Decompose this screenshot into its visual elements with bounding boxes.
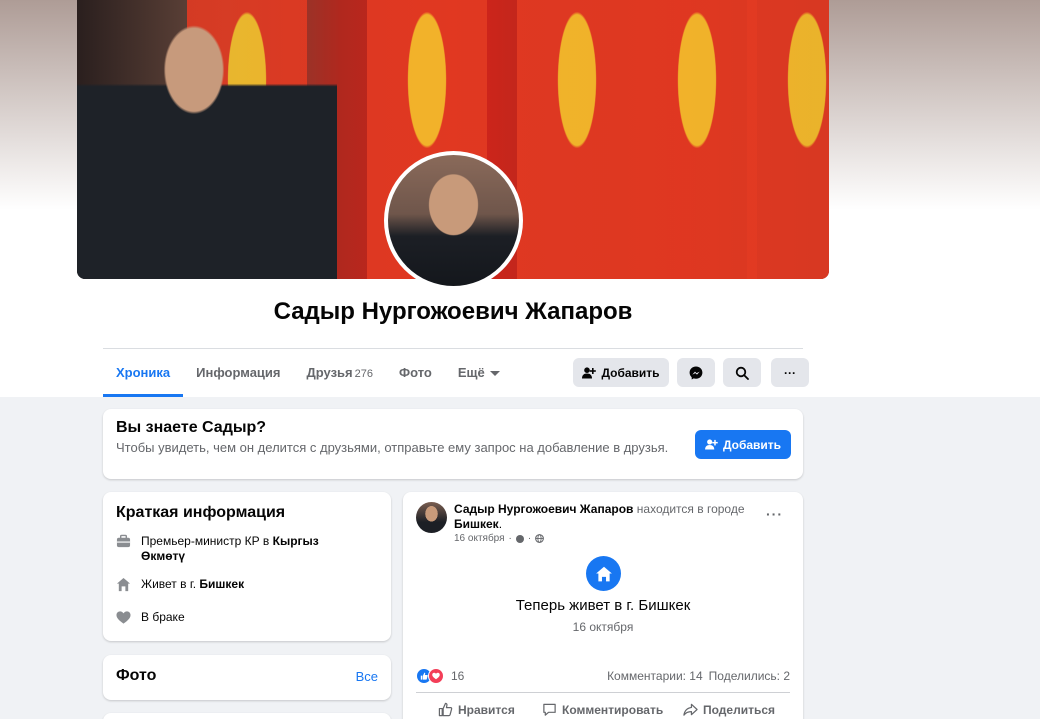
search-icon	[735, 366, 749, 380]
search-button[interactable]	[723, 358, 761, 387]
add-friend-icon	[705, 439, 718, 450]
life-event-title: Теперь живет в г. Бишкек	[515, 597, 691, 614]
like-label: Нравится	[458, 702, 515, 717]
intro-title: Краткая информация	[116, 504, 286, 521]
share-label: Поделиться	[703, 702, 776, 717]
divider	[416, 692, 790, 693]
lives-prefix: Живет в г.	[141, 577, 200, 591]
profile-actions: Добавить ···	[573, 358, 809, 387]
tab-label: Друзья	[306, 365, 353, 380]
caret-down-icon	[489, 371, 500, 377]
profile-name: Садыр Нургожоевич Жапаров	[273, 298, 633, 325]
intro-work-row: Премьер-министр КР в Кыргыз Өкмөтү	[116, 534, 351, 564]
intro-lives-text: Живет в г. Бишкек	[141, 577, 244, 592]
reactions-summary[interactable]: 16	[416, 668, 464, 684]
tab-timeline[interactable]: Хроника	[103, 349, 184, 397]
flag-image	[637, 0, 757, 279]
intro-work-text: Премьер-министр КР в Кыргыз Өкмөтү	[141, 534, 351, 564]
add-friend-primary-button[interactable]: Добавить	[695, 430, 791, 459]
reactions-count: 16	[451, 669, 465, 683]
profile-tabs: Хроника Информация Друзья 276 Фото Ещё	[103, 349, 513, 397]
add-friend-label: Добавить	[601, 365, 660, 380]
see-all-photos-link[interactable]: Все	[356, 669, 378, 684]
avatar	[388, 155, 519, 286]
relationship-text: В браке	[141, 610, 185, 624]
photos-card: Фото Все	[103, 655, 391, 700]
love-reaction-icon	[428, 668, 444, 684]
life-event-home-icon	[586, 556, 621, 591]
life-event-date: 16 октября	[572, 620, 634, 634]
post-status-text: находится в городе	[633, 502, 745, 516]
add-friend-button[interactable]: Добавить	[573, 358, 669, 387]
tab-label: Хроника	[116, 365, 171, 380]
tab-friends[interactable]: Друзья 276	[294, 349, 387, 397]
post-date-link[interactable]: 16 октября	[454, 533, 505, 544]
post-card: Садыр Нургожоевич Жапаров находится в го…	[403, 492, 803, 719]
comment-label: Комментировать	[562, 702, 664, 717]
cover-person-image	[77, 0, 337, 279]
comment-icon	[543, 703, 556, 716]
post-author-avatar[interactable]	[416, 502, 447, 533]
messenger-icon	[689, 366, 703, 379]
post-city-link[interactable]: Бишкек	[454, 517, 499, 531]
comment-button[interactable]: Комментировать	[542, 702, 663, 717]
intro-card: Краткая информация Премьер-министр КР в …	[103, 492, 391, 641]
heart-icon	[116, 611, 131, 624]
tab-about[interactable]: Информация	[183, 349, 293, 397]
share-button[interactable]: Поделиться	[683, 702, 775, 717]
post-header: Садыр Нургожоевич Жапаров находится в го…	[454, 502, 764, 532]
friends-count: 276	[354, 368, 373, 380]
tab-photos[interactable]: Фото	[386, 349, 445, 397]
more-dots-icon: ···	[784, 365, 796, 380]
lives-city-link[interactable]: Бишкек	[199, 577, 244, 591]
thumbs-up-icon	[438, 702, 453, 717]
profile-picture[interactable]	[384, 151, 523, 290]
comments-count-link[interactable]: Комментарии: 14	[607, 669, 703, 683]
home-icon	[116, 577, 131, 592]
like-button[interactable]: Нравится	[438, 702, 515, 717]
home-icon	[595, 566, 612, 581]
tab-label: Ещё	[457, 365, 485, 380]
share-icon	[683, 703, 698, 716]
messenger-button[interactable]	[677, 358, 715, 387]
intro-relationship-row: В браке	[116, 610, 185, 625]
post-author-link[interactable]: Садыр Нургожоевич Жапаров	[454, 502, 633, 516]
flag-image	[747, 0, 829, 279]
clock-icon	[515, 534, 524, 543]
more-options-button[interactable]: ···	[771, 358, 809, 387]
next-card	[103, 713, 391, 719]
card-description: Чтобы увидеть, чем он делится с друзьями…	[116, 440, 669, 455]
do-you-know-card: Вы знаете Садыр? Чтобы увидеть, чем он д…	[103, 409, 803, 479]
post-meta: 16 октября · ·	[454, 533, 545, 544]
globe-icon	[535, 534, 545, 543]
work-prefix: Премьер-министр КР в	[141, 534, 273, 548]
flag-image	[517, 0, 637, 279]
card-title: Вы знаете Садыр?	[116, 419, 267, 436]
shares-count-link[interactable]: Поделились: 2	[709, 669, 790, 683]
separator-dot: ·	[527, 533, 532, 544]
button-label: Добавить	[722, 437, 782, 452]
period: .	[498, 517, 503, 531]
photos-title: Фото	[116, 667, 157, 684]
tab-more[interactable]: Ещё	[445, 349, 513, 397]
tab-label: Информация	[196, 365, 281, 380]
post-more-options-button[interactable]: ···	[766, 506, 783, 522]
separator-dot: ·	[508, 533, 512, 544]
add-friend-icon	[582, 366, 597, 378]
intro-lives-row: Живет в г. Бишкек	[116, 577, 244, 592]
briefcase-icon	[116, 534, 131, 548]
tab-label: Фото	[399, 365, 432, 380]
post-stats: Комментарии: 14 Поделились: 2	[607, 669, 790, 683]
